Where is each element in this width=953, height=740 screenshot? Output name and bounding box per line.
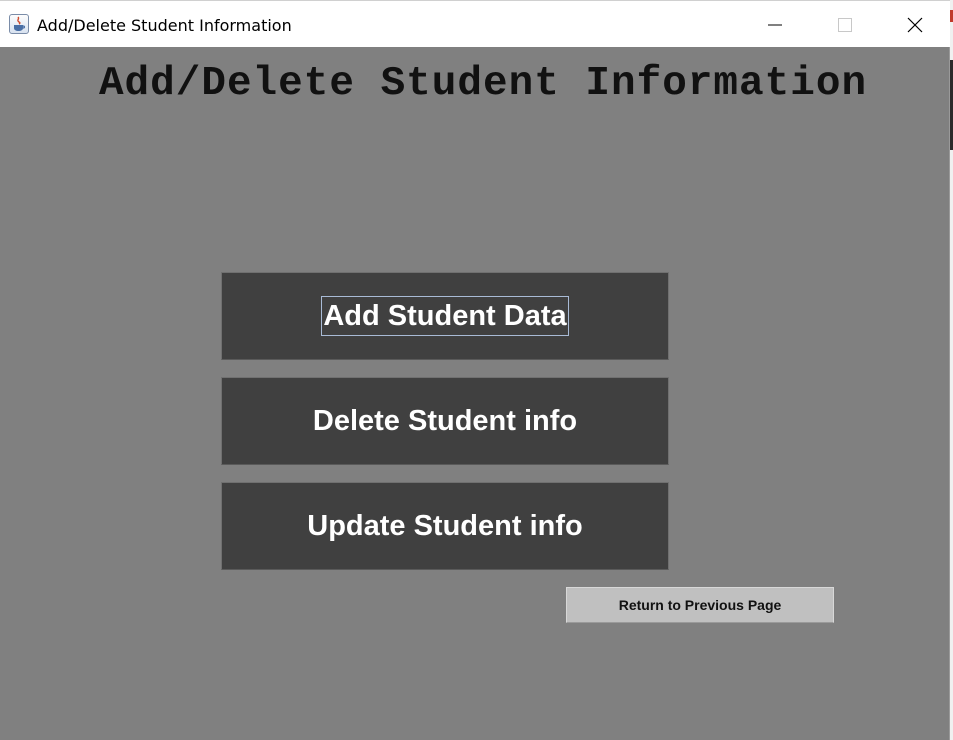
page-title: Add/Delete Student Information (98, 61, 868, 107)
close-button[interactable] (880, 1, 950, 48)
update-student-info-label: Update Student info (307, 510, 583, 542)
add-student-data-button[interactable]: Add Student Data (221, 272, 669, 360)
minimize-button[interactable] (740, 1, 810, 48)
maximize-icon (838, 18, 852, 32)
delete-student-info-label: Delete Student info (312, 405, 578, 437)
window-title: Add/Delete Student Information (37, 16, 292, 35)
maximize-button[interactable] (810, 1, 880, 48)
java-app-icon (9, 14, 29, 34)
return-to-previous-page-button[interactable]: Return to Previous Page (566, 587, 834, 623)
title-bar[interactable]: Add/Delete Student Information (0, 0, 950, 47)
close-icon (907, 17, 923, 33)
add-student-data-label: Add Student Data (321, 296, 569, 336)
minimize-icon (768, 24, 782, 26)
delete-student-info-button[interactable]: Delete Student info (221, 377, 669, 465)
update-student-info-button[interactable]: Update Student info (221, 482, 669, 570)
app-window: Add/Delete Student Information Add/Delet… (0, 0, 950, 740)
